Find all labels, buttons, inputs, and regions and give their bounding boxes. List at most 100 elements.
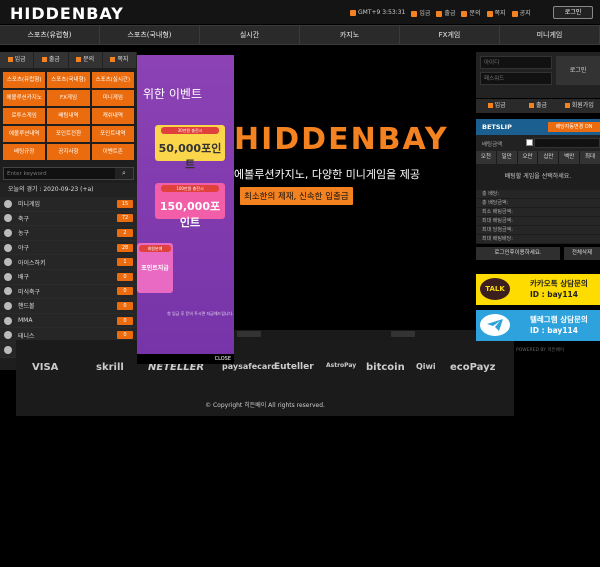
place-bet-button[interactable]: 로그인후이용하세요. (476, 247, 560, 260)
message-icon (110, 57, 116, 62)
menu-tile[interactable]: 로투스게임 (3, 108, 46, 124)
event-envelope: 회원분께 포인트지급 (137, 243, 173, 293)
auto-odds-toggle[interactable]: 배당자동변경 ON (548, 122, 600, 132)
amount-tab[interactable]: 십만 (538, 151, 559, 164)
sport-row[interactable]: 아이스하키 1 (0, 255, 137, 270)
keyword-input[interactable] (4, 168, 115, 179)
sport-row[interactable]: 축구 72 (0, 211, 137, 227)
mma-icon (4, 316, 12, 325)
nav-minigame[interactable]: 미니게임 (500, 26, 600, 44)
signup-button[interactable]: 회원가입 (559, 99, 600, 113)
menu-tile[interactable]: 에볼루션내역 (3, 126, 46, 142)
menu-tile[interactable]: 배팅내역 (47, 108, 90, 124)
login-box: 로그인 (476, 52, 600, 98)
clock-icon (350, 9, 356, 16)
menu-tile[interactable]: 포인트내역 (91, 126, 134, 142)
menu-tile[interactable]: 배팅규정 (3, 144, 46, 160)
envelope-caption: 100만원 충전시 (161, 185, 219, 192)
id-input[interactable] (480, 56, 552, 69)
telegram-text: 텔레그램 상담문의 ID : bay114 (530, 315, 588, 335)
page: HIDDENBAY GMT+9 3:53:31 입금 출금 문의 쪽지 공지 로… (0, 0, 600, 567)
nav-casino[interactable]: 카지노 (300, 26, 400, 44)
hero-subline: 최소한의 제재, 신속한 입출금 (240, 187, 353, 205)
baseball-icon (4, 243, 12, 252)
amount-tab[interactable]: 오천 (476, 151, 496, 164)
kakao-talk-icon: TALK (480, 278, 510, 300)
nav-fx[interactable]: FX게임 (400, 26, 500, 44)
top-link-message[interactable]: 쪽지 (486, 8, 506, 17)
sport-row[interactable]: MMA 0 (0, 313, 137, 329)
volleyball-icon (4, 272, 12, 281)
event-envelope: 30만원 충전시 50,000포인트 (155, 125, 225, 171)
betslip-summary: 총 배당: 총 배당금액: 최소 배팅금액: 최대 배팅금액: 최대 당첨금액:… (476, 190, 600, 244)
top-bar: HIDDENBAY GMT+9 3:53:31 입금 출금 문의 쪽지 공지 로… (0, 0, 600, 24)
clear-all-button[interactable]: 전체삭제 (564, 247, 600, 260)
bet-amount-checkbox[interactable] (526, 139, 533, 146)
esports-icon (4, 345, 12, 354)
left-quick-actions: 입금 출금 문의 쪽지 (0, 52, 137, 68)
visa-logo: VISA (32, 362, 59, 373)
bet-amount-input[interactable] (534, 138, 600, 148)
right-withdraw-button[interactable]: 출금 (517, 99, 558, 113)
sport-count: 15 (117, 199, 133, 208)
left-withdraw-button[interactable]: 출금 (34, 52, 69, 68)
sport-row[interactable]: 배구 0 (0, 269, 137, 285)
hero-tagline: 에볼루션카지노, 다양한 미니게임을 제공 (234, 168, 421, 181)
password-input[interactable] (480, 72, 552, 85)
right-sidebar: 로그인 입금 출금 회원가입 BETSLIP 배당자동변경 ON 배팅금액 오천… (476, 52, 600, 353)
left-message-button[interactable]: 쪽지 (103, 52, 137, 68)
menu-tile[interactable]: 공지사항 (47, 144, 90, 160)
slider-dot[interactable] (391, 331, 415, 337)
top-link-inquiry[interactable]: 문의 (461, 8, 481, 17)
menu-tile[interactable]: 스포츠(유럽형) (3, 72, 46, 88)
popup-title: 위한 이벤트 (143, 87, 203, 101)
top-link-withdraw[interactable]: 출금 (436, 8, 455, 17)
sport-row[interactable]: 핸드볼 0 (0, 299, 137, 314)
right-quick-actions: 입금 출금 회원가입 (476, 99, 600, 113)
betslip-title: BETSLIP (482, 123, 512, 131)
sport-row[interactable]: 미식축구 0 (0, 284, 137, 300)
menu-tile[interactable]: 스포츠(실시간) (91, 72, 134, 88)
amount-tab[interactable]: 최대 (580, 151, 600, 164)
user-icon (564, 103, 570, 108)
left-inquiry-button[interactable]: 문의 (69, 52, 103, 68)
logo[interactable]: HIDDENBAY (10, 4, 124, 23)
top-link-deposit[interactable]: 입금 (411, 8, 430, 17)
amount-tab[interactable]: 일만 (496, 151, 517, 164)
left-deposit-button[interactable]: 입금 (0, 52, 35, 68)
summary-row: 총 배당금액: (476, 199, 600, 208)
nav-sports-domestic[interactable]: 스포츠(국내형) (100, 26, 200, 44)
menu-tile[interactable]: 에볼루션카지노 (3, 90, 46, 106)
amount-tab[interactable]: 오만 (517, 151, 538, 164)
nav-sports-euro[interactable]: 스포츠(유럽형) (0, 26, 100, 44)
popup-close-button[interactable]: CLOSE (137, 354, 234, 364)
menu-tile[interactable]: FX게임 (47, 90, 90, 106)
bet-amount-row: 배팅금액 (476, 135, 600, 151)
amount-tab[interactable]: 백만 (559, 151, 580, 164)
sport-row[interactable]: 미니게임 15 (0, 197, 137, 212)
bitcoin-logo: bitcoin (366, 362, 405, 373)
slider-dot[interactable] (237, 331, 261, 337)
envelope-amount: 150,000포인트 (159, 200, 221, 229)
top-link-notice[interactable]: 공지 (511, 8, 531, 17)
search-icon[interactable]: ⌕ (115, 168, 133, 179)
summary-row: 최대 당첨금액: (476, 226, 600, 235)
login-button[interactable]: 로그인 (556, 56, 600, 85)
menu-tile[interactable]: 스포츠(국내형) (47, 72, 90, 88)
ecopayz-logo: ecoPayz (450, 362, 496, 373)
kakao-contact[interactable]: TALK 카카오톡 상담문의 ID : bay114 (476, 274, 600, 305)
menu-tile[interactable]: 이벤트존 (91, 144, 134, 160)
telegram-contact[interactable]: 텔레그램 상담문의 ID : bay114 (476, 310, 600, 341)
sport-row[interactable]: 야구 28 (0, 240, 137, 256)
deposit-icon (7, 57, 13, 62)
sport-count: 0 (117, 272, 133, 281)
header-login-button[interactable]: 로그인 (553, 6, 593, 19)
soccer-icon (4, 214, 12, 223)
nav-live[interactable]: 실시간 (200, 26, 300, 44)
menu-tile[interactable]: 포인트전환 (47, 126, 90, 142)
hockey-icon (4, 258, 12, 267)
sport-row[interactable]: 농구 2 (0, 226, 137, 241)
menu-tile[interactable]: 캐쉬내역 (91, 108, 134, 124)
menu-tile[interactable]: 미니게임 (91, 90, 134, 106)
right-deposit-button[interactable]: 입금 (476, 99, 517, 113)
